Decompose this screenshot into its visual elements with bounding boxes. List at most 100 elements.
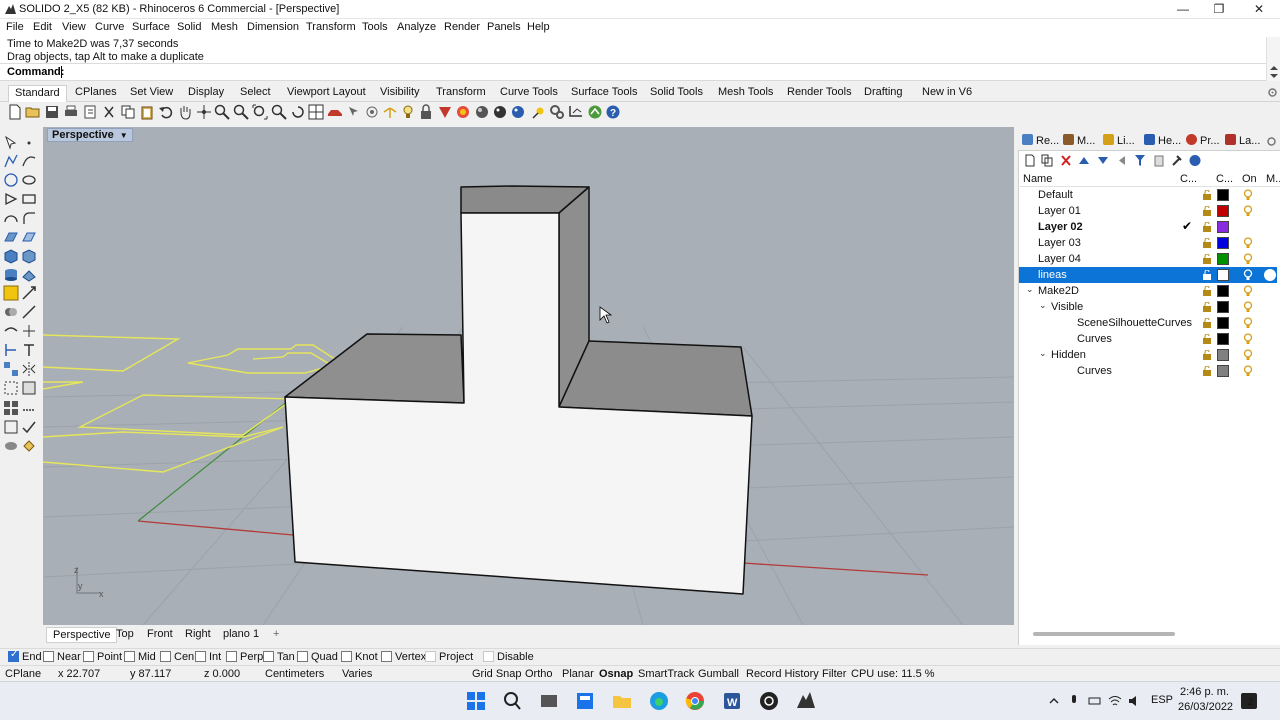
check-icon[interactable] (21, 419, 37, 435)
menu-render[interactable]: Render (444, 21, 480, 33)
perspective-viewport[interactable]: z y x (43, 127, 1014, 625)
menu-surface[interactable]: Surface (132, 21, 170, 33)
layer-name[interactable]: Default (1038, 189, 1073, 201)
checkbox-icon[interactable] (124, 651, 135, 662)
unlock-icon[interactable] (1202, 286, 1212, 296)
viewport-tab-front[interactable]: Front (141, 627, 179, 643)
tab-cplanes[interactable]: CPlanes (69, 85, 123, 102)
light-bulb-icon[interactable] (1243, 301, 1253, 313)
ellipse-icon[interactable] (21, 172, 37, 188)
input-language[interactable]: ESP (1151, 694, 1173, 706)
lock-icon[interactable] (418, 104, 434, 120)
osnap-int[interactable]: Int (195, 651, 221, 663)
osnap-toggle[interactable]: Osnap (599, 668, 633, 680)
light-bulb-icon[interactable] (1243, 365, 1253, 377)
status-cplane[interactable]: CPlane (5, 668, 41, 680)
record-history-toggle[interactable]: Record History (746, 668, 819, 680)
layer-color-swatch[interactable] (1217, 189, 1229, 201)
array-icon[interactable] (3, 361, 19, 377)
circle-icon[interactable] (3, 172, 19, 188)
menu-mesh[interactable]: Mesh (211, 21, 238, 33)
command-line[interactable]: Command: (0, 63, 1266, 80)
undo-icon[interactable] (158, 104, 174, 120)
panel-tab-materials[interactable]: M... (1063, 134, 1095, 147)
layer-name[interactable]: lineas (1038, 269, 1067, 281)
viewport-menu-arrow-icon[interactable]: ▼ (120, 131, 128, 140)
cut-icon[interactable] (101, 104, 117, 120)
panel-tab-libraries[interactable]: Li... (1103, 134, 1135, 147)
ortho-toggle[interactable]: Ortho (525, 668, 553, 680)
layer-row[interactable]: Layer 02 ✔ (1019, 219, 1277, 235)
layer-color-icon[interactable] (437, 104, 453, 120)
status-units[interactable]: Centimeters (265, 668, 324, 680)
tab-visibility[interactable]: Visibility (374, 85, 426, 102)
open-file-icon[interactable] (25, 104, 41, 120)
unlock-icon[interactable] (1202, 318, 1212, 328)
grid-snap-toggle[interactable]: Grid Snap (472, 668, 522, 680)
layer-help-icon[interactable] (1189, 154, 1201, 167)
light-bulb-icon[interactable] (1243, 189, 1253, 201)
layer-name[interactable]: Layer 01 (1038, 205, 1081, 217)
layer-color-swatch[interactable] (1217, 253, 1229, 265)
expand-chevron-icon[interactable]: ⌄ (1026, 284, 1034, 295)
tab-surface-tools[interactable]: Surface Tools (565, 85, 643, 102)
panel-tab-properties[interactable]: Pr... (1186, 134, 1220, 147)
column-current[interactable]: C... (1180, 173, 1197, 185)
four-viewports-icon[interactable] (308, 104, 324, 120)
tab-render-tools[interactable]: Render Tools (781, 85, 858, 102)
panel-tab-render[interactable]: Re... (1022, 134, 1059, 147)
menu-solid[interactable]: Solid (177, 21, 201, 33)
layer-color-swatch[interactable] (1217, 269, 1229, 281)
mirror-icon[interactable] (21, 361, 37, 377)
panel-settings-gear-icon[interactable] (1266, 136, 1277, 147)
tab-new-in-v6[interactable]: New in V6 (916, 85, 978, 102)
current-layer-check-icon[interactable]: ✔ (1182, 219, 1192, 233)
new-file-icon[interactable] (7, 104, 23, 120)
layer-row[interactable]: ⌄ Visible (1019, 299, 1277, 315)
osnap-quad[interactable]: Quad (297, 651, 338, 663)
print-icon[interactable] (63, 104, 79, 120)
checkbox-icon[interactable] (483, 651, 494, 662)
sun-icon[interactable] (531, 104, 547, 120)
light-bulb-icon[interactable] (1243, 285, 1253, 297)
clock-date[interactable]: 26/03/2022 (1178, 701, 1233, 713)
save-icon[interactable] (44, 104, 60, 120)
layer-name[interactable]: Curves (1077, 333, 1112, 345)
group-icon[interactable] (3, 380, 19, 396)
checkbox-icon[interactable] (381, 651, 392, 662)
viewport-tab-plano-1[interactable]: plano 1 (217, 627, 265, 643)
tab-select[interactable]: Select (234, 85, 277, 102)
boolean-icon[interactable] (3, 304, 19, 320)
layer-color-swatch[interactable] (1217, 365, 1229, 377)
render-sphere-icon[interactable] (474, 104, 490, 120)
menu-file[interactable]: File (6, 21, 24, 33)
pan-hand-icon[interactable] (177, 104, 193, 120)
osnap-end[interactable]: End (8, 649, 42, 663)
column-name[interactable]: Name (1023, 173, 1052, 185)
tray-chevron-up-icon[interactable] (1048, 695, 1060, 707)
wifi-icon[interactable] (1108, 694, 1122, 708)
column-color[interactable]: C... (1216, 173, 1233, 185)
menu-curve[interactable]: Curve (95, 21, 124, 33)
environment-sphere-icon[interactable] (510, 104, 526, 120)
layer-color-swatch[interactable] (1217, 301, 1229, 313)
column-on[interactable]: On (1242, 173, 1257, 185)
status-current-layer[interactable]: Varies (342, 668, 372, 680)
tab-transform[interactable]: Transform (430, 85, 492, 102)
cylinder-icon[interactable] (3, 267, 19, 283)
unlock-icon[interactable] (1202, 350, 1212, 360)
transform-icon[interactable] (3, 285, 19, 301)
viewport-tab-top[interactable]: Top (110, 627, 140, 643)
osnap-tan[interactable]: Tan (263, 651, 295, 663)
surface-edit-icon[interactable] (21, 229, 37, 245)
tab-mesh-tools[interactable]: Mesh Tools (712, 85, 779, 102)
panel-tab-layers[interactable]: La... (1225, 134, 1260, 147)
column-material[interactable]: M... (1266, 173, 1280, 185)
minimize-button[interactable]: — (1164, 1, 1202, 18)
zoom-extents-icon[interactable] (252, 104, 268, 120)
layer-name[interactable]: Visible (1051, 301, 1083, 313)
maximize-button[interactable]: ❐ (1200, 1, 1238, 18)
paste-icon[interactable] (139, 104, 155, 120)
battery-icon[interactable] (1088, 695, 1102, 707)
unlock-icon[interactable] (1202, 254, 1212, 264)
